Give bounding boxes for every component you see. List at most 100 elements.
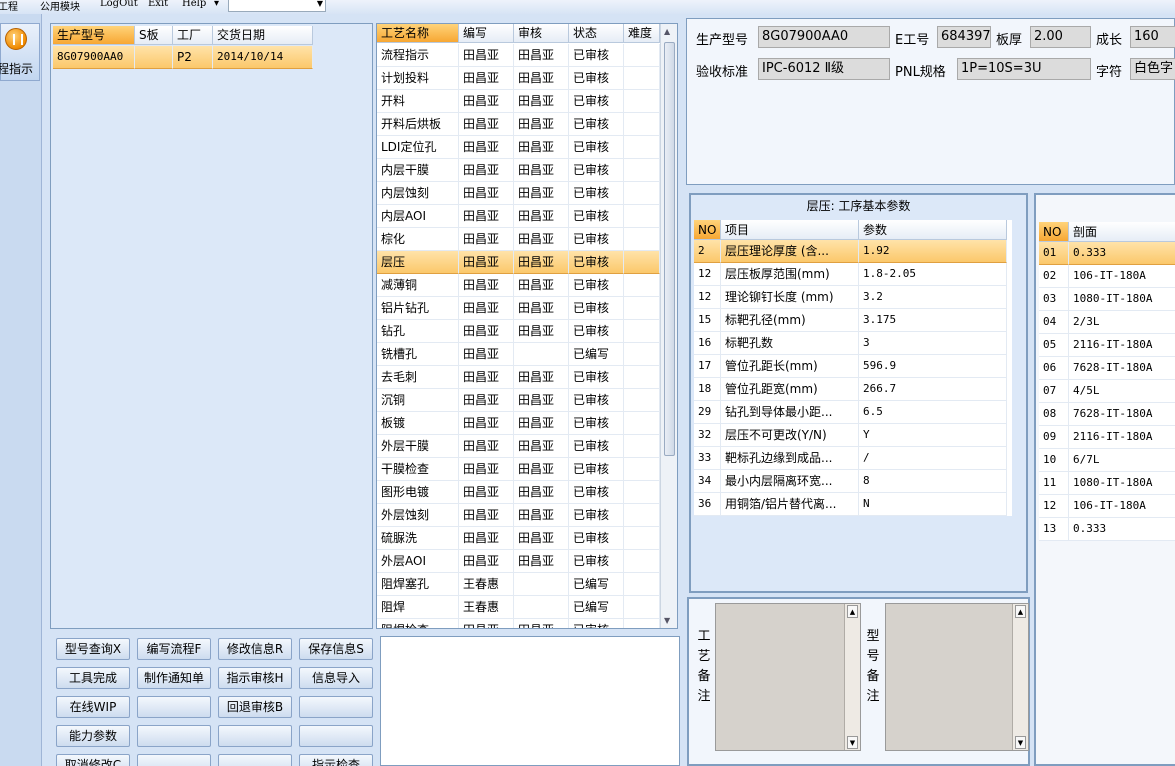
section-row[interactable]: 02 106-IT-180A <box>1039 265 1175 288</box>
scroll-down-icon[interactable]: ▼ <box>847 736 858 749</box>
process-row[interactable]: 钻孔 田昌亚 田昌亚 已审核 <box>377 320 660 343</box>
blank-button[interactable] <box>299 725 373 747</box>
instruction-check-button[interactable]: 指示检查 <box>299 754 373 766</box>
make-notice-button[interactable]: 制作通知单 <box>137 667 211 689</box>
menu-item-common[interactable]: 公用模块 <box>40 0 80 13</box>
section-row[interactable]: 11 1080-IT-180A <box>1039 472 1175 495</box>
blank-button[interactable] <box>218 754 292 766</box>
scroll-up-icon[interactable]: ▲ <box>847 605 858 618</box>
menu-item-logout[interactable]: LogOut <box>100 0 138 9</box>
scroll-up-icon[interactable]: ▲ <box>664 27 670 36</box>
process-row[interactable]: 减薄铜 田昌亚 田昌亚 已审核 <box>377 274 660 297</box>
param-row[interactable]: 36 用铜箔/铝片替代离... N <box>694 493 1012 516</box>
section-row[interactable]: 04 2/3L <box>1039 311 1175 334</box>
section-row[interactable]: 08 7628-IT-180A <box>1039 403 1175 426</box>
process-row[interactable]: 铝片钻孔 田昌亚 田昌亚 已审核 <box>377 297 660 320</box>
process-row[interactable]: 沉铜 田昌亚 田昌亚 已审核 <box>377 389 660 412</box>
column-header[interactable]: 交货日期 <box>213 26 313 45</box>
model-remark-field[interactable]: ▲ ▼ <box>885 603 1029 751</box>
process-note-box[interactable] <box>380 636 680 766</box>
column-header[interactable]: 审核 <box>514 24 569 43</box>
process-instruction-nav-button[interactable]: 程指示 <box>0 23 40 81</box>
chevron-down-icon[interactable]: ▾ <box>214 0 219 9</box>
param-row[interactable]: 15 标靶孔径(mm) 3.175 <box>694 309 1012 332</box>
model-remark-scrollbar[interactable]: ▲ ▼ <box>1012 604 1028 750</box>
process-row[interactable]: 铣槽孔 田昌亚 已编写 <box>377 343 660 366</box>
process-row[interactable]: 阻焊检查田昌亚田昌亚已审核 <box>377 619 660 628</box>
menu-item-project[interactable]: 工程 <box>0 0 18 13</box>
process-row[interactable]: 外层蚀刻 田昌亚 田昌亚 已审核 <box>377 504 660 527</box>
char-field[interactable]: 白色字 <box>1130 58 1175 80</box>
column-header[interactable]: NO <box>1039 222 1069 242</box>
section-row[interactable]: 06 7628-IT-180A <box>1039 357 1175 380</box>
process-row[interactable]: 流程指示 田昌亚 田昌亚 已审核 <box>377 44 660 67</box>
process-list-scrollbar[interactable]: ▲ ▼ <box>660 24 677 628</box>
process-row[interactable]: 外层AOI 田昌亚 田昌亚 已审核 <box>377 550 660 573</box>
process-row[interactable]: 外层干膜 田昌亚 田昌亚 已审核 <box>377 435 660 458</box>
column-header[interactable]: 编写 <box>459 24 514 43</box>
menu-combo-box[interactable]: ▼ <box>228 0 326 12</box>
section-row[interactable]: 03 1080-IT-180A <box>1039 288 1175 311</box>
menu-item-help[interactable]: Help <box>182 0 206 9</box>
process-row[interactable]: 开料后烘板 田昌亚 田昌亚 已审核 <box>377 113 660 136</box>
process-row[interactable]: 图形电镀 田昌亚 田昌亚 已审核 <box>377 481 660 504</box>
process-remark-scrollbar[interactable]: ▲ ▼ <box>844 604 860 750</box>
length-field[interactable]: 160 <box>1130 26 1175 48</box>
process-row[interactable]: 内层干膜 田昌亚 田昌亚 已审核 <box>377 159 660 182</box>
param-row[interactable]: 17 管位孔距长(mm) 596.9 <box>694 355 1012 378</box>
param-row[interactable]: 33 靶标孔边缘到成品... / <box>694 447 1012 470</box>
section-row[interactable]: 07 4/5L <box>1039 380 1175 403</box>
process-remark-field[interactable]: ▲ ▼ <box>715 603 861 751</box>
blank-button[interactable] <box>137 754 211 766</box>
column-header[interactable]: 难度 <box>624 24 660 43</box>
column-header[interactable]: 工艺名称 <box>377 24 459 43</box>
process-row[interactable]: 计划投料 田昌亚 田昌亚 已审核 <box>377 67 660 90</box>
section-row[interactable]: 09 2116-IT-180A <box>1039 426 1175 449</box>
process-row[interactable]: 内层蚀刻 田昌亚 田昌亚 已审核 <box>377 182 660 205</box>
scroll-up-icon[interactable]: ▲ <box>1015 605 1026 618</box>
withdraw-review-button[interactable]: 回退审核B <box>218 696 292 718</box>
process-row[interactable]: 棕化 田昌亚 田昌亚 已审核 <box>377 228 660 251</box>
param-row[interactable]: 16 标靶孔数 3 <box>694 332 1012 355</box>
model-field[interactable]: 8G07900AA0 <box>758 26 890 48</box>
section-row[interactable]: 10 6/7L <box>1039 449 1175 472</box>
blank-button[interactable] <box>299 696 373 718</box>
standard-field[interactable]: IPC-6012 Ⅱ级 <box>758 58 890 80</box>
process-row[interactable]: 阻焊 王春惠 已编写 <box>377 596 660 619</box>
menu-item-exit[interactable]: Exit <box>148 0 168 9</box>
query-model-button[interactable]: 型号查询X <box>56 638 130 660</box>
review-instruction-button[interactable]: 指示审核H <box>218 667 292 689</box>
online-wip-button[interactable]: 在线WIP <box>56 696 130 718</box>
process-row[interactable]: 内层AOI 田昌亚 田昌亚 已审核 <box>377 205 660 228</box>
param-row[interactable]: 12 理论铆钉长度 (mm) 3.2 <box>694 286 1012 309</box>
save-info-button[interactable]: 保存信息S <box>299 638 373 660</box>
scrollbar-thumb[interactable] <box>664 42 675 456</box>
column-header[interactable]: 剖面 <box>1069 222 1175 242</box>
process-row[interactable]: 硫脲洗 田昌亚 田昌亚 已审核 <box>377 527 660 550</box>
param-row[interactable]: 29 钻孔到导体最小距... 6.5 <box>694 401 1012 424</box>
param-row[interactable]: 34 最小内层隔离环宽... 8 <box>694 470 1012 493</box>
process-row[interactable]: 开料 田昌亚 田昌亚 已审核 <box>377 90 660 113</box>
param-row[interactable]: 32 层压不可更改(Y/N) Y <box>694 424 1012 447</box>
column-header[interactable]: 项目 <box>721 220 859 240</box>
column-header[interactable]: NO <box>694 220 721 240</box>
blank-button[interactable] <box>137 696 211 718</box>
model-row[interactable]: 8G07900AA0 P2 2014/10/14 <box>53 46 313 69</box>
process-row[interactable]: 阻焊塞孔 王春惠 已编写 <box>377 573 660 596</box>
process-row[interactable]: 层压 田昌亚 田昌亚 已审核 <box>377 251 660 274</box>
section-row[interactable]: 01 0.333 <box>1039 242 1175 265</box>
param-row[interactable]: 12 层压板厚范围(mm) 1.8-2.05 <box>694 263 1012 286</box>
tool-done-button[interactable]: 工具完成 <box>56 667 130 689</box>
column-header[interactable]: 工厂 <box>173 26 213 45</box>
import-info-button[interactable]: 信息导入 <box>299 667 373 689</box>
modify-info-button[interactable]: 修改信息R <box>218 638 292 660</box>
section-row[interactable]: 12 106-IT-180A <box>1039 495 1175 518</box>
process-row[interactable]: 板镀 田昌亚 田昌亚 已审核 <box>377 412 660 435</box>
capability-params-button[interactable]: 能力参数 <box>56 725 130 747</box>
scroll-down-icon[interactable]: ▼ <box>664 616 670 625</box>
eng-no-field[interactable]: 684397 <box>937 26 991 48</box>
scroll-down-icon[interactable]: ▼ <box>1015 736 1026 749</box>
section-row[interactable]: 13 0.333 <box>1039 518 1175 541</box>
section-row[interactable]: 05 2116-IT-180A <box>1039 334 1175 357</box>
process-row[interactable]: LDI定位孔 田昌亚 田昌亚 已审核 <box>377 136 660 159</box>
